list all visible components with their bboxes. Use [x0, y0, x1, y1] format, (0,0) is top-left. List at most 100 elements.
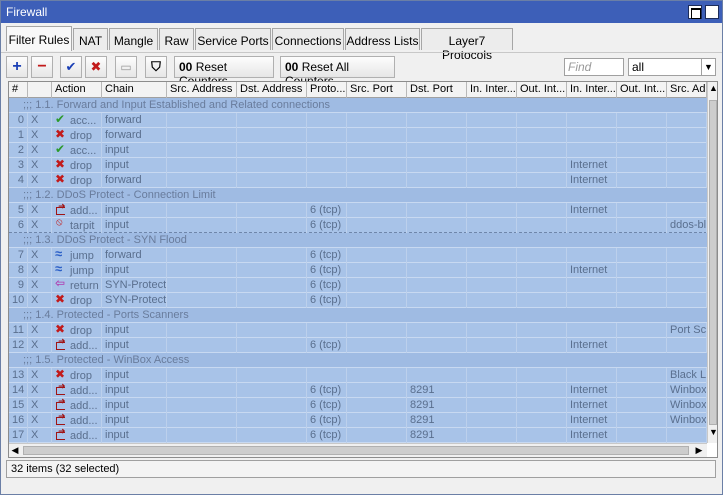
filter-button[interactable]: ⛉ [145, 56, 167, 78]
column-header-11[interactable]: In. Inter... [567, 82, 617, 98]
table-row[interactable]: 8Xjump input 6 (tcp) Internet [9, 263, 707, 278]
rule-chain-text: forward [105, 174, 142, 186]
table-row[interactable]: 9Xreturn SYN-Protect 6 (tcp) [9, 278, 707, 293]
rule-chain-text: SYN-Protect [105, 294, 167, 306]
find-input[interactable]: Find [564, 58, 624, 76]
reset-all-counters-button[interactable]: 00 Reset All Counters [280, 56, 395, 88]
tab-connections[interactable]: Connections [272, 28, 344, 50]
table-row[interactable]: 1Xdrop forward [9, 128, 707, 143]
horizontal-scrollbar[interactable]: ◀ ▶ [9, 443, 707, 457]
column-header-6[interactable]: Proto... [307, 82, 347, 98]
comment-row[interactable]: ;;; 1.4. Protected - Ports Scanners [9, 308, 707, 323]
horizontal-scroll-thumb[interactable] [23, 446, 689, 455]
table-row[interactable]: 5Xadd... input 6 (tcp) Internet [9, 203, 707, 218]
maximize-button[interactable] [688, 5, 702, 19]
rule-in-interface [467, 413, 517, 428]
rule-src-address-list-text: Winbox [670, 399, 707, 411]
column-header-10[interactable]: Out. Int... [517, 82, 567, 98]
reset-counters-button[interactable]: 00 Reset Counters [174, 56, 274, 88]
table-row[interactable]: 17 Xadd... input 6 (tcp) 8291 Internet [9, 428, 707, 443]
close-button[interactable]: × [705, 5, 719, 19]
rule-dst-address [237, 428, 307, 443]
table-row[interactable]: 10 Xdrop SYN-Protect 6 (tcp) [9, 293, 707, 308]
table-row[interactable]: 13 Xdrop input Black L [9, 368, 707, 383]
column-header-8[interactable]: Dst. Port [407, 82, 467, 98]
rule-dst-port [407, 203, 467, 218]
rule-in-interface-list: Internet [567, 338, 617, 353]
enable-button[interactable]: ✔ [60, 56, 82, 78]
table-row[interactable]: 2Xacc... input [9, 143, 707, 158]
minus-icon: − [37, 58, 47, 75]
tab-service-ports[interactable]: Service Ports [195, 28, 271, 50]
column-header-13[interactable]: Src. Ad [667, 82, 707, 98]
jump-icon [55, 248, 67, 261]
rule-dst-port [407, 263, 467, 278]
comment-row[interactable]: ;;; 1.1. Forward and Input Established a… [9, 98, 707, 113]
remove-button[interactable]: − [31, 56, 53, 78]
rule-number-text: 1 [17, 129, 24, 141]
column-header-0[interactable]: # [9, 82, 28, 98]
scroll-up-icon[interactable]: ▲ [708, 83, 717, 97]
table-row[interactable]: 3Xdrop input Internet [9, 158, 707, 173]
column-header-9[interactable]: In. Inter... [467, 82, 517, 98]
rule-src-port [347, 173, 407, 188]
rule-dst-address [237, 398, 307, 413]
tab-layer7-protocols[interactable]: Layer7 Protocols [421, 28, 513, 62]
rule-flag-text: X [31, 219, 39, 231]
rule-src-port [347, 293, 407, 308]
title-bar[interactable]: Firewall × [1, 1, 722, 23]
dropdown-arrow-icon[interactable]: ▼ [701, 59, 715, 75]
rule-src-port [347, 368, 407, 383]
table-row[interactable]: 14 Xadd... input 6 (tcp) 8291 Internet Winbox [9, 383, 707, 398]
rule-out-interface [517, 173, 567, 188]
table-row[interactable]: 11 Xdrop input Port Sc [9, 323, 707, 338]
rule-flag-text: X [31, 294, 39, 306]
rule-src-address-list [667, 173, 707, 188]
tab-filter-rules[interactable]: Filter Rules [6, 26, 72, 51]
tab-raw[interactable]: Raw [159, 28, 194, 50]
comment-row[interactable]: ;;; 1.2. DDoS Protect - Connection Limit [9, 188, 707, 203]
table-row[interactable]: 16 Xadd... input 6 (tcp) 8291 Internet Winbox [9, 413, 707, 428]
tab-address-lists[interactable]: Address Lists [345, 28, 420, 50]
column-header-2[interactable]: Action [52, 82, 102, 98]
rules-table[interactable]: # Action Chain Src. Address Dst. Address Prot… [8, 81, 718, 458]
comment-row[interactable]: ;;; 1.5. Protected - WinBox Access [9, 353, 707, 368]
column-header-3[interactable]: Chain [102, 82, 167, 98]
comment-button[interactable]: ▭ [115, 56, 137, 78]
rule-flag: X [28, 263, 52, 278]
vertical-scrollbar[interactable]: ▲ ▼ [707, 82, 717, 443]
table-row[interactable]: 4Xdrop forward Internet [9, 173, 707, 188]
rule-action-text: drop [70, 160, 93, 172]
add-button[interactable]: + [6, 56, 28, 78]
scroll-down-icon[interactable]: ▼ [708, 427, 717, 441]
comment-row[interactable]: ;;; 1.3. DDoS Protect - SYN Flood [9, 233, 707, 248]
column-header-5[interactable]: Dst. Address [237, 82, 307, 98]
filter-select[interactable]: all ▼ [628, 58, 716, 76]
column-header-7[interactable]: Src. Port [347, 82, 407, 98]
tab-mangle[interactable]: Mangle [109, 28, 158, 50]
rule-protocol-text: 6 (tcp) [310, 414, 342, 426]
rule-out-interface [517, 203, 567, 218]
rule-in-interface-list [567, 323, 617, 338]
scroll-left-icon[interactable]: ◀ [9, 445, 21, 457]
rule-action-text: drop [70, 295, 93, 307]
table-row[interactable]: 15 Xadd... input 6 (tcp) 8291 Internet Winbox [9, 398, 707, 413]
rule-flag-text: X [31, 384, 39, 396]
table-row[interactable]: 0Xacc... forward [9, 113, 707, 128]
table-row[interactable]: 12 Xadd... input 6 (tcp) Internet [9, 338, 707, 353]
table-row[interactable]: 7Xjump forward 6 (tcp) [9, 248, 707, 263]
rule-out-interface-list [617, 113, 667, 128]
table-row[interactable]: 6Xtarpit input 6 (tcp) ddos-bl [9, 218, 707, 233]
rule-number: 10 [9, 293, 28, 308]
rule-protocol-text: 6 (tcp) [310, 264, 342, 276]
rule-src-address-list [667, 248, 707, 263]
column-header-4[interactable]: Src. Address [167, 82, 237, 98]
column-header-12[interactable]: Out. Int... [617, 82, 667, 98]
column-header-1[interactable] [28, 82, 52, 98]
scroll-right-icon[interactable]: ▶ [693, 445, 705, 457]
tab-nat[interactable]: NAT [73, 28, 108, 50]
rule-dst-address [237, 278, 307, 293]
vertical-scroll-thumb[interactable] [709, 100, 717, 425]
disable-button[interactable]: ✖ [85, 56, 107, 78]
rule-src-address-list: Winbox [667, 383, 707, 398]
